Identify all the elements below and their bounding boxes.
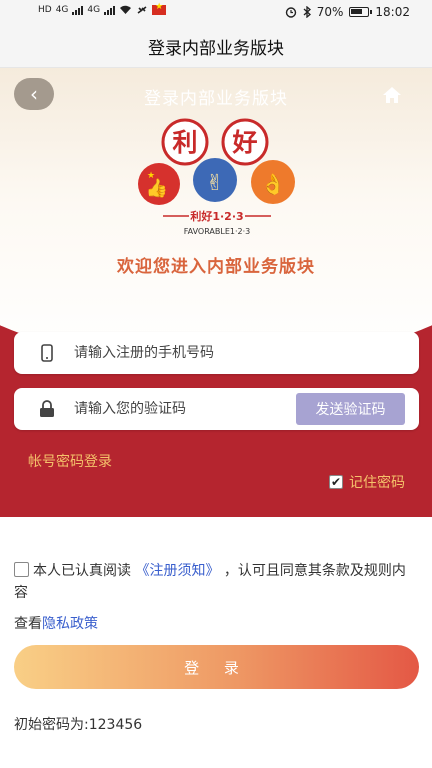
- signal-icon: [72, 5, 84, 15]
- svg-text:👌: 👌: [261, 172, 286, 196]
- app-header: 登录内部业务版块: [0, 26, 432, 68]
- home-icon[interactable]: [382, 86, 402, 104]
- flag-icon: [152, 2, 167, 15]
- logo-char-li: 利: [172, 128, 197, 157]
- status-left: HD 4G 4G: [38, 2, 167, 15]
- terms-link[interactable]: 《注册须知》: [135, 563, 219, 579]
- remember-password-toggle[interactable]: ✔ 记住密码: [329, 472, 405, 492]
- agreement-prefix: 本人已认真阅读: [33, 563, 131, 579]
- alarm-icon: [285, 7, 296, 18]
- remember-label: 记住密码: [349, 475, 405, 491]
- network-type-1: 4G: [55, 5, 69, 15]
- phone-icon: [36, 342, 58, 364]
- logo-char-hao: 好: [231, 128, 257, 157]
- svg-text:👍: 👍: [146, 177, 168, 199]
- agreement-text: 本人已认真阅读 《注册须知》 ，认可且同意其条款及规则内容: [14, 560, 419, 604]
- bluetooth-icon: [303, 6, 311, 18]
- lock-icon: [36, 398, 58, 420]
- send-code-button[interactable]: 发送验证码: [296, 393, 405, 425]
- link-icon: [137, 6, 147, 14]
- code-field[interactable]: 发送验证码: [14, 388, 419, 430]
- hero-title: 登录内部业务版块: [144, 89, 288, 109]
- privacy-prefix: 查看: [14, 616, 42, 632]
- hero-panel: ‹ 登录内部业务版块 利 好 ★ 👍 ✌ 👌 利好1·2·3 FAVORABLE…: [0, 68, 432, 517]
- app-header-title: 登录内部业务版块: [148, 39, 284, 59]
- battery-icon: [349, 7, 373, 17]
- network-type-2: 4G: [87, 5, 101, 15]
- signal-icon-2: [104, 5, 116, 15]
- brand-logo: 利 好 ★ 👍 ✌ 👌 利好1·2·3 FAVORABLE1·2·3: [138, 118, 295, 236]
- agreement-checkbox[interactable]: [14, 562, 29, 577]
- privacy-row: 查看隐私政策: [14, 613, 98, 633]
- svg-text:✌: ✌: [206, 171, 224, 196]
- privacy-policy-link[interactable]: 隐私政策: [42, 616, 98, 632]
- phone-field[interactable]: [14, 332, 419, 374]
- battery-percent: 70%: [316, 5, 344, 19]
- code-input[interactable]: [74, 401, 274, 417]
- hd-indicator: HD: [38, 5, 52, 15]
- password-login-link[interactable]: 帐号密码登录: [28, 451, 112, 471]
- login-button[interactable]: 登 录: [14, 645, 419, 689]
- remember-checkbox[interactable]: ✔: [329, 475, 343, 489]
- status-right: 70% 18:02: [285, 5, 410, 19]
- status-bar: HD 4G 4G 70% 18:02: [0, 0, 432, 26]
- wifi-icon: [120, 5, 132, 14]
- logo-tagline: 利好1·2·3: [190, 209, 243, 223]
- initial-password-note: 初始密码为:123456: [14, 717, 143, 733]
- phone-input[interactable]: [74, 345, 274, 361]
- logo-subtag: FAVORABLE1·2·3: [184, 227, 251, 236]
- status-time: 18:02: [375, 5, 410, 19]
- welcome-text: 欢迎您进入内部业务版块: [117, 257, 315, 277]
